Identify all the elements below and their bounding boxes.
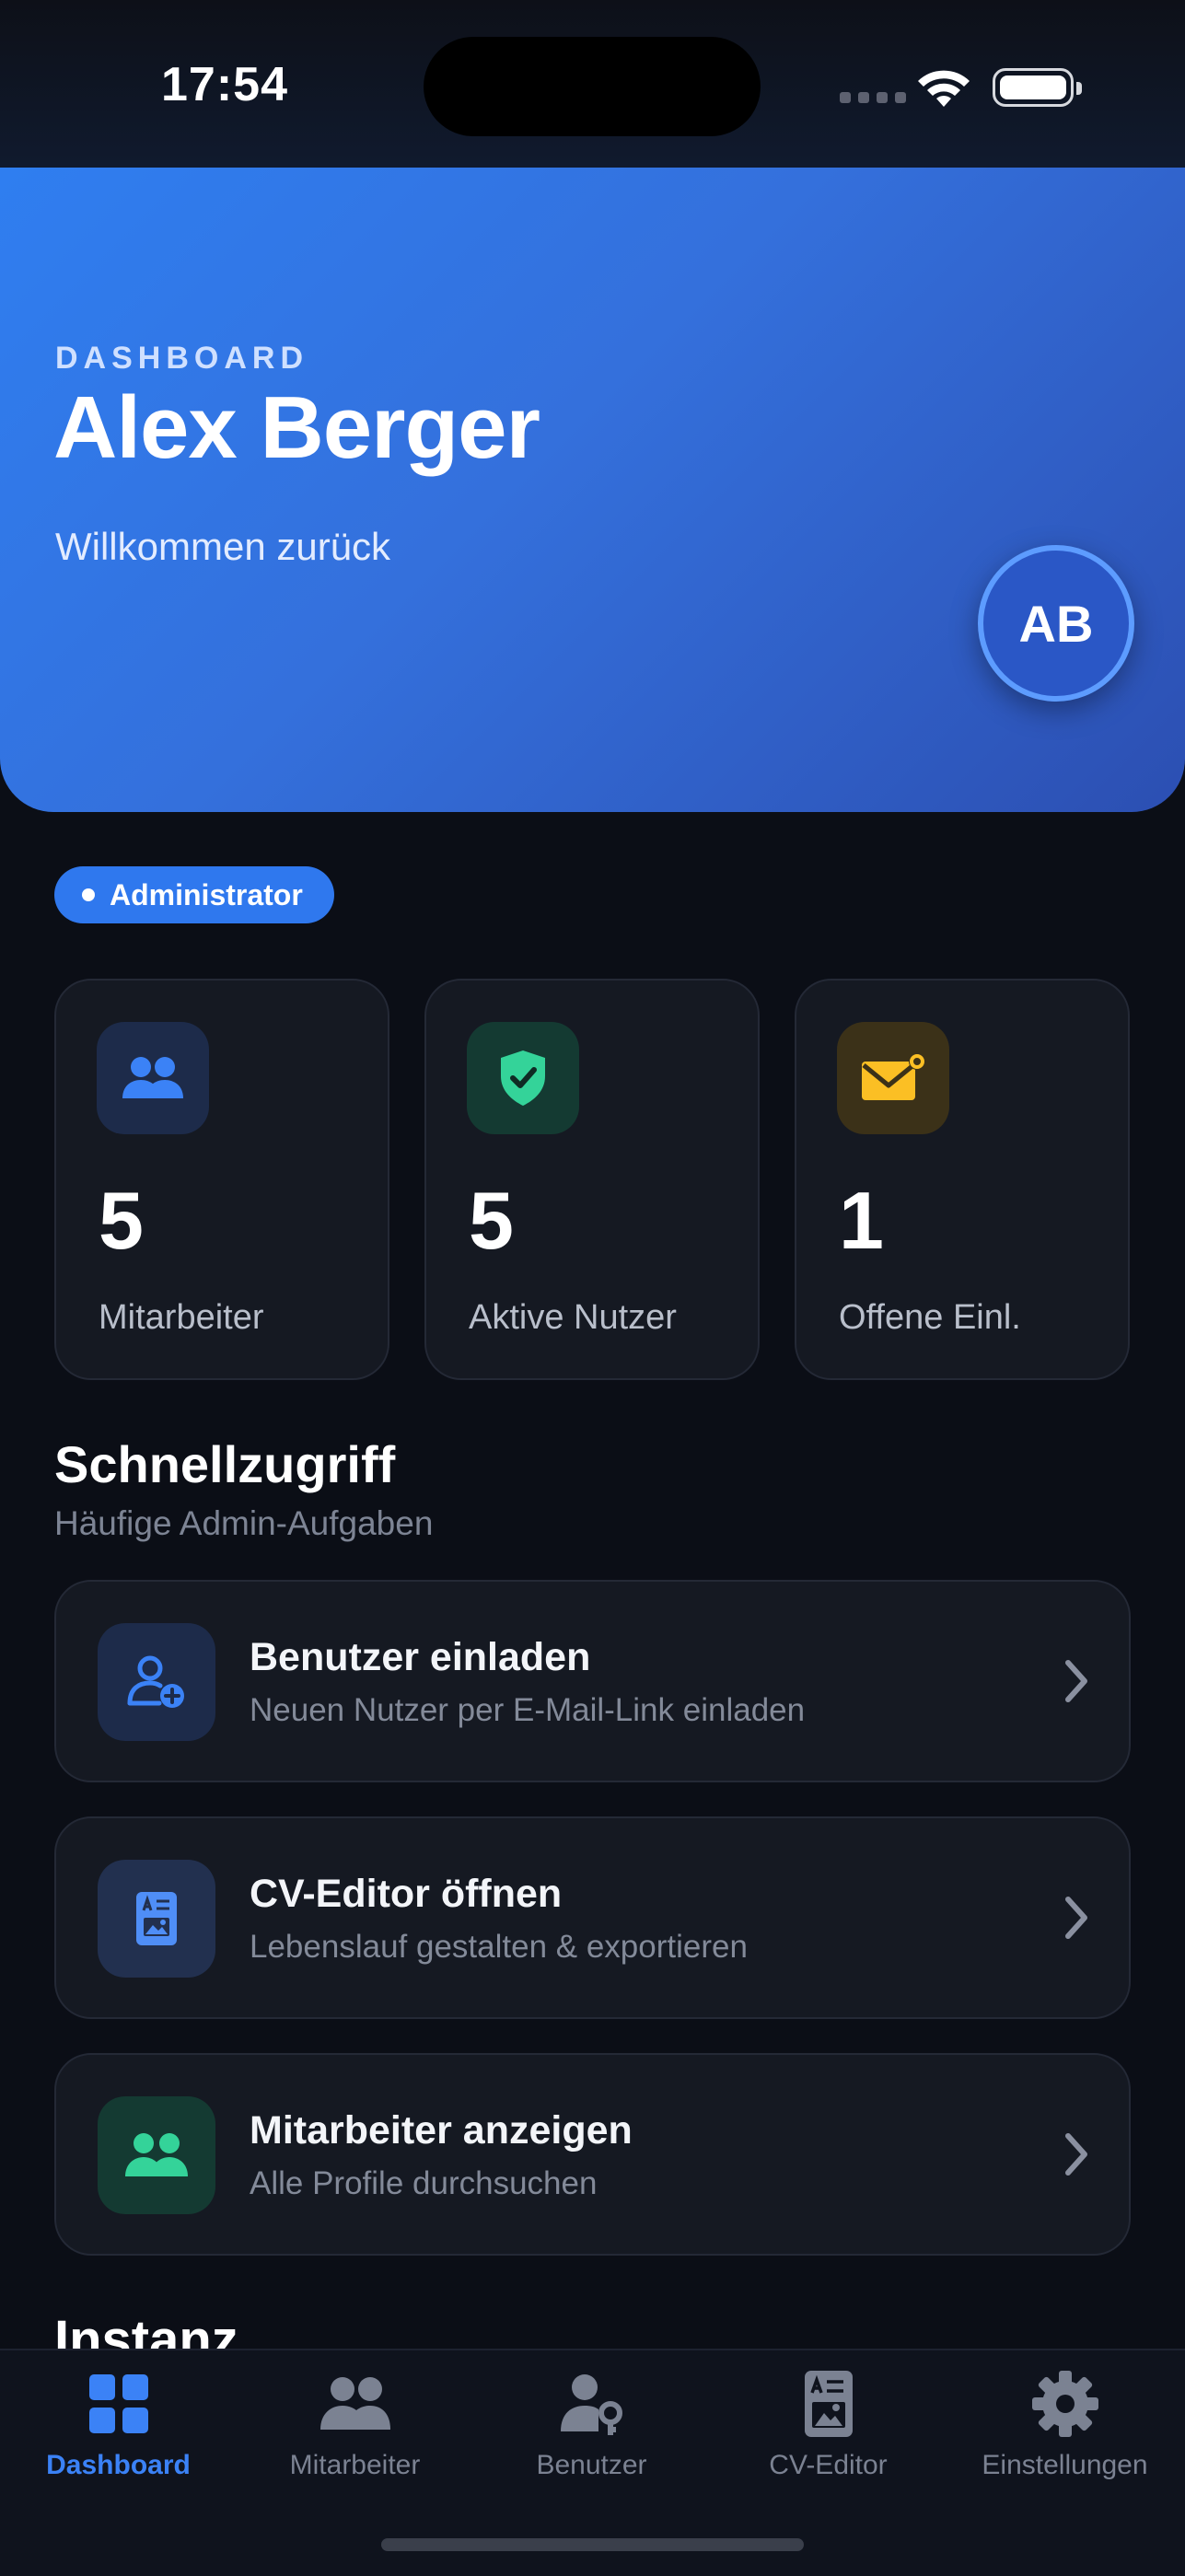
stat-card-offene-einladungen[interactable]: 1 Offene Einl. [795,979,1130,1380]
tab-label: Einstellungen [982,2450,1148,2480]
action-title: CV-Editor öffnen [250,1872,563,1916]
action-subtitle: Alle Profile durchsuchen [250,2165,598,2201]
dashboard-header [0,168,1185,812]
stat-card-aktive-nutzer[interactable]: 5 Aktive Nutzer [424,979,760,1380]
tab-label: Dashboard [46,2450,191,2480]
welcome-text: Willkommen zurück [55,525,391,568]
chevron-right-icon [1065,2133,1087,2176]
users-icon [319,2377,390,2430]
home-indicator [381,2538,804,2551]
stat-card-mitarbeiter[interactable]: 5 Mitarbeiter [54,979,389,1380]
open-cv-editor-action[interactable]: CV-Editor öffnen Lebenslauf gestalten & … [54,1816,1131,2019]
battery-icon [993,68,1082,107]
view-employees-action[interactable]: Mitarbeiter anzeigen Alle Profile durchs… [54,2053,1131,2256]
stat-value: 5 [99,1175,144,1266]
gear-icon [1031,2371,1098,2437]
role-badge: Administrator [54,866,334,923]
stat-label: Mitarbeiter [99,1298,264,1337]
stat-value: 1 [839,1175,884,1266]
document-icon [804,2371,853,2437]
stat-label: Offene Einl. [839,1298,1021,1337]
user-name: Alex Berger [53,378,540,477]
tab-benutzer[interactable]: Benutzer [473,2350,710,2535]
tab-label: Benutzer [536,2450,647,2480]
action-title: Benutzer einladen [250,1635,591,1679]
users-icon [97,1022,209,1134]
wifi-icon [918,70,970,107]
dynamic-island [424,37,761,136]
tab-label: CV-Editor [769,2450,888,2480]
avatar[interactable]: AB [978,545,1134,702]
section-title: Schnellzugriff [54,1435,396,1493]
status-time: 17:54 [161,58,288,111]
document-icon [98,1860,215,1978]
badge-dot-icon [82,888,95,901]
action-subtitle: Neuen Nutzer per E-Mail-Link einladen [250,1692,806,1728]
tab-mitarbeiter[interactable]: Mitarbeiter [237,2350,473,2535]
grid-icon [88,2374,148,2433]
cellular-signal-icon [840,92,906,103]
shield-check-icon [467,1022,579,1134]
stat-label: Aktive Nutzer [469,1298,677,1337]
users-icon [98,2096,215,2214]
action-subtitle: Lebenslauf gestalten & exportieren [250,1929,748,1965]
role-label: Administrator [110,877,303,911]
status-bar: 17:54 [0,0,1185,168]
stat-value: 5 [469,1175,514,1266]
section-subtitle: Häufige Admin-Aufgaben [54,1504,434,1542]
chevron-right-icon [1065,1897,1087,1939]
tab-dashboard[interactable]: Dashboard [0,2350,237,2535]
tab-cv-editor[interactable]: CV-Editor [710,2350,947,2535]
tab-einstellungen[interactable]: Einstellungen [947,2350,1183,2535]
invite-user-action[interactable]: Benutzer einladen Neuen Nutzer per E-Mai… [54,1580,1131,1782]
user-plus-icon [98,1623,215,1741]
chevron-right-icon [1065,1660,1087,1702]
mail-badge-icon [837,1022,949,1134]
header-eyebrow: DASHBOARD [55,341,308,376]
user-key-icon [560,2374,622,2435]
tab-label: Mitarbeiter [289,2450,421,2480]
action-title: Mitarbeiter anzeigen [250,2108,633,2152]
